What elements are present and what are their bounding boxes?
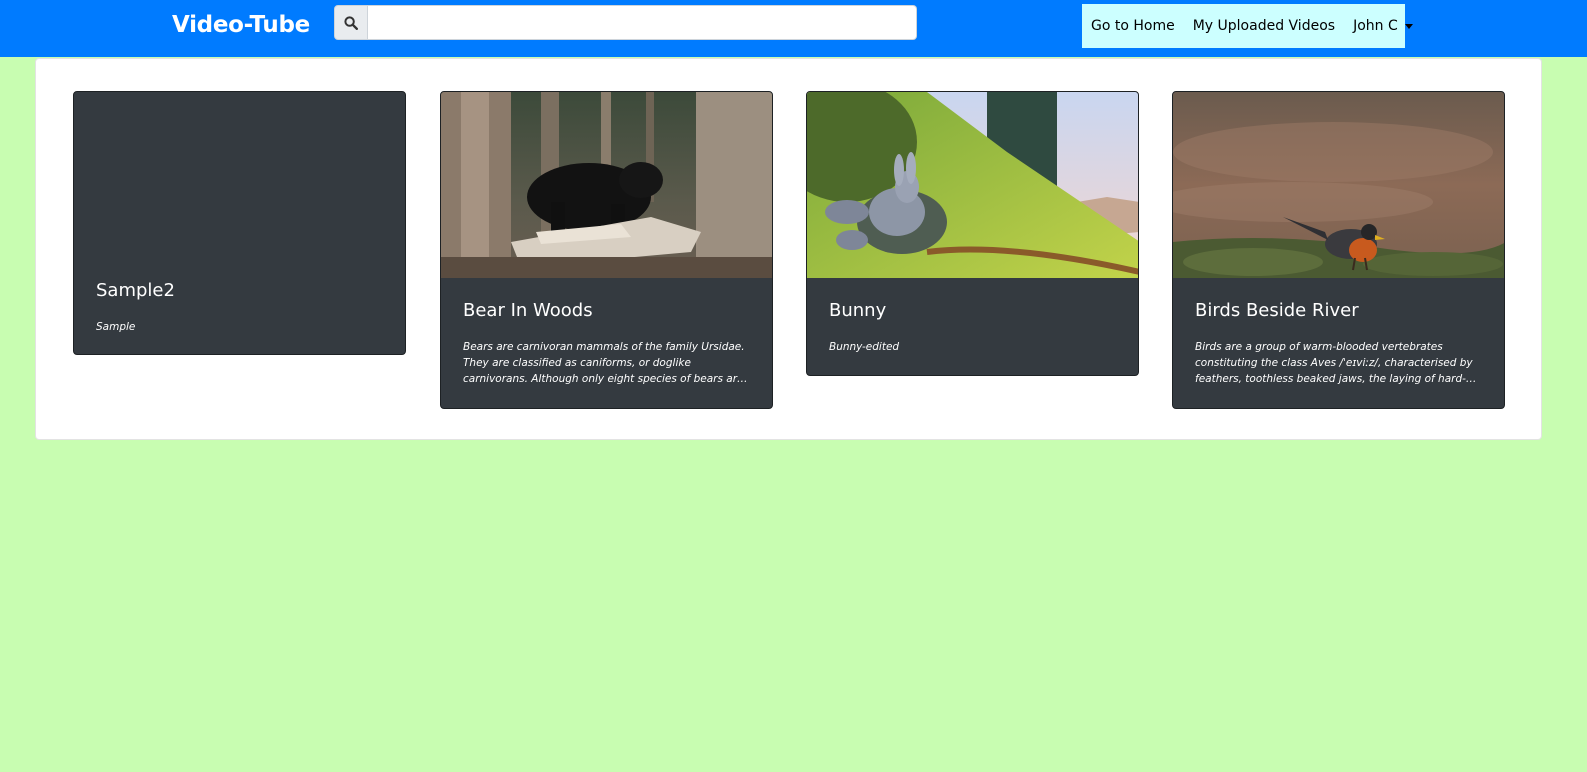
video-description: Bunny-edited — [829, 341, 900, 353]
video-grid-container: Sample2 Sample Bear In Woods Bears are c… — [35, 58, 1542, 440]
nav-uploaded-videos-link[interactable]: My Uploaded Videos — [1193, 18, 1335, 34]
card-body: Birds Beside River Birds are a group of … — [1173, 278, 1504, 387]
video-thumbnail[interactable] — [807, 92, 1138, 278]
video-card-bear-in-woods[interactable]: Bear In Woods Bears are carnivoran mamma… — [440, 91, 773, 409]
video-card-birds-beside-river[interactable]: Birds Beside River Birds are a group of … — [1172, 91, 1505, 409]
video-title: Birds Beside River — [1195, 300, 1359, 321]
video-title: Sample2 — [96, 280, 175, 301]
search-bar — [334, 5, 917, 40]
video-title: Bear In Woods — [463, 300, 593, 321]
caret-down-icon — [1404, 23, 1413, 29]
bunny-thumbnail-image — [807, 92, 1138, 278]
video-description: Birds are a group of warm-blooded verteb… — [1195, 341, 1473, 385]
nav-home-link[interactable]: Go to Home — [1091, 18, 1175, 34]
video-card-sample2[interactable]: Sample2 Sample — [73, 91, 406, 355]
bear-thumbnail-image — [441, 92, 772, 278]
card-body: Bunny Bunny-edited — [807, 278, 1138, 355]
video-description: Bears are carnivoran mammals of the fami… — [463, 341, 745, 385]
video-card-bunny[interactable]: Bunny Bunny-edited — [806, 91, 1139, 376]
user-dropdown[interactable]: John C — [1353, 18, 1413, 34]
card-body: Sample2 Sample — [74, 92, 405, 335]
search-button[interactable] — [334, 5, 368, 40]
brand-logo[interactable]: Video-Tube — [172, 12, 310, 38]
search-icon — [344, 15, 358, 30]
nav-menu: Go to Home My Uploaded Videos John C — [1082, 4, 1413, 48]
top-navbar: Video-Tube Go to Home My Uploaded Videos… — [0, 0, 1587, 57]
video-thumbnail[interactable] — [1173, 92, 1504, 278]
video-thumbnail[interactable] — [441, 92, 772, 278]
user-name: John C — [1353, 18, 1398, 34]
bird-thumbnail-image — [1173, 92, 1504, 278]
video-title: Bunny — [829, 300, 887, 321]
card-body: Bear In Woods Bears are carnivoran mamma… — [441, 278, 772, 387]
search-input[interactable] — [368, 5, 917, 40]
video-description: Sample — [96, 321, 136, 333]
